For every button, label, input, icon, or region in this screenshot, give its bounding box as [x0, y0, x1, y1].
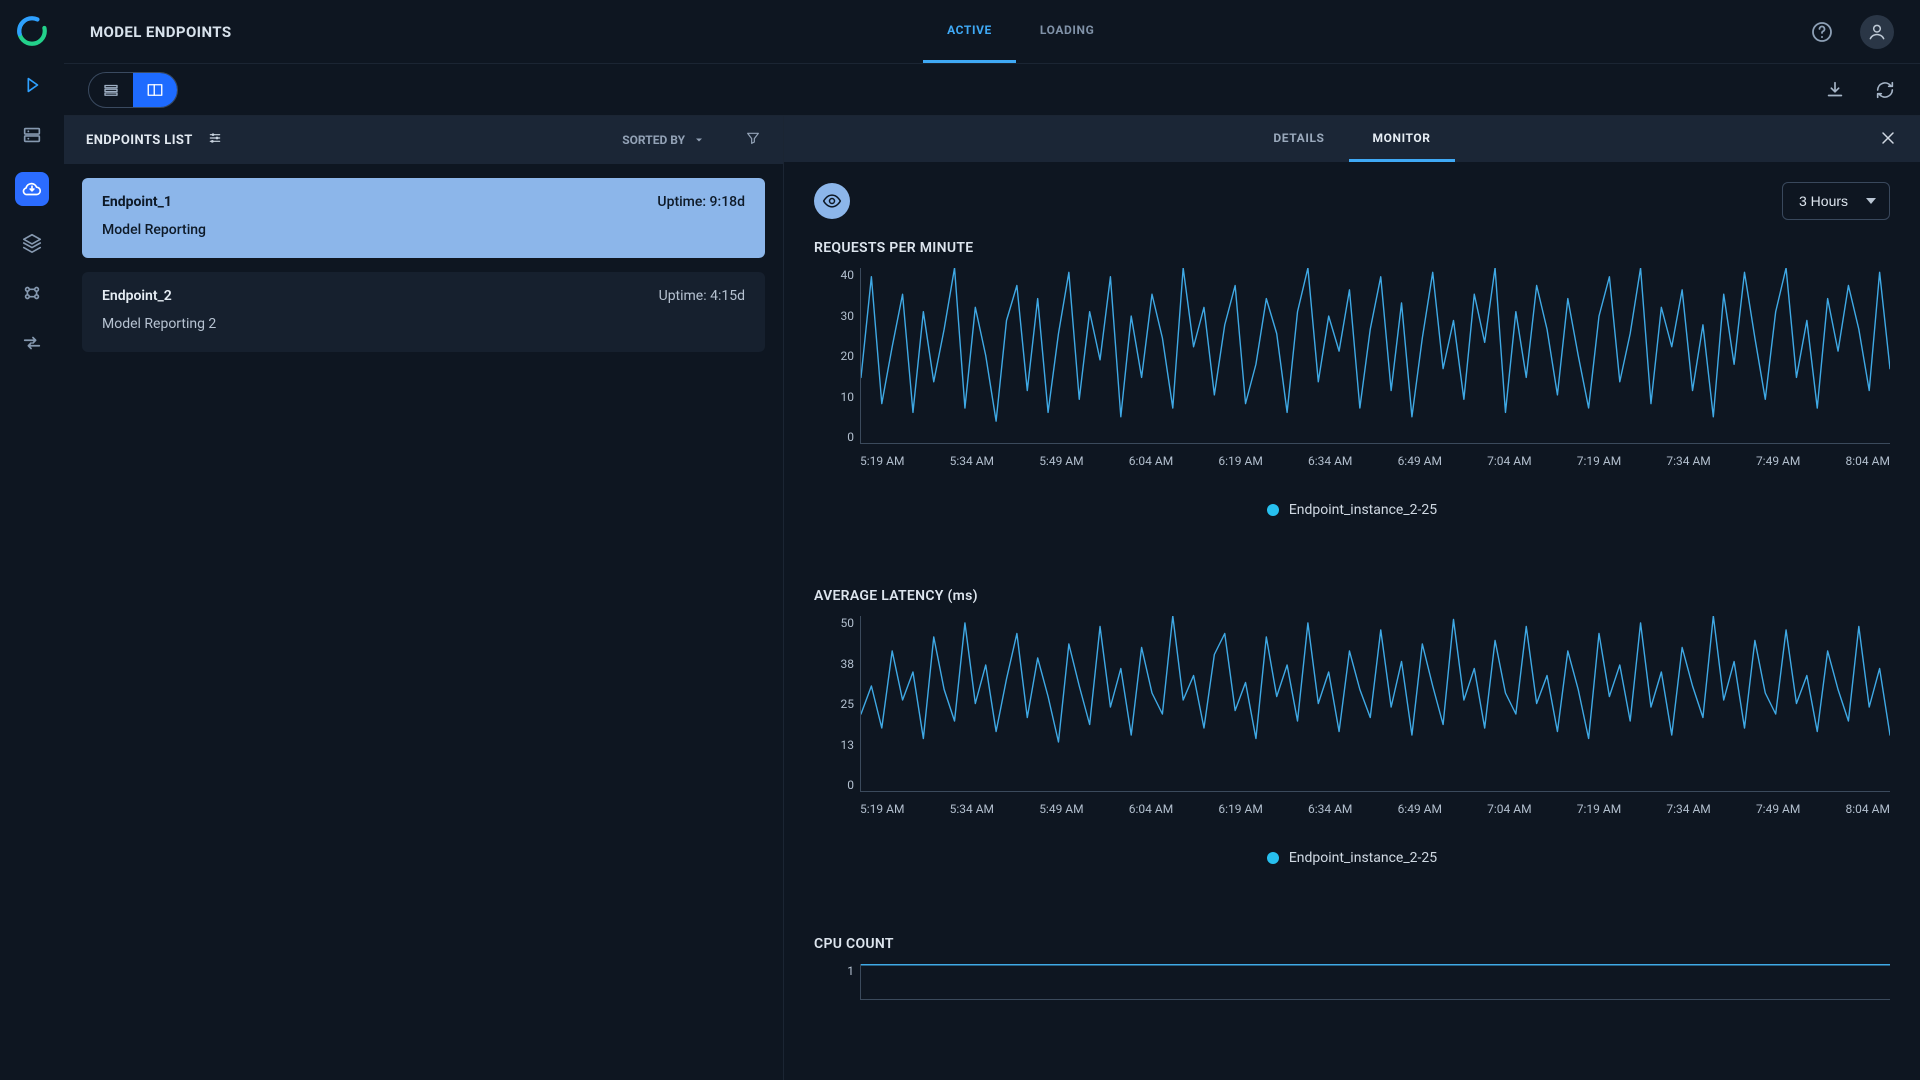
- chart-title: CPU COUNT: [814, 936, 1890, 952]
- tab-monitor[interactable]: MONITOR: [1349, 116, 1455, 162]
- tab-details[interactable]: DETAILS: [1249, 116, 1348, 162]
- list-header: ENDPOINTS LIST SORTED BY: [64, 116, 783, 164]
- nav-server-icon[interactable]: [19, 122, 45, 148]
- chart-plot: [860, 964, 1890, 1000]
- chart-plot: [860, 268, 1890, 444]
- nav-swap-icon[interactable]: [19, 330, 45, 356]
- endpoint-uptime: Uptime: 4:15d: [659, 288, 745, 304]
- tab-active[interactable]: ACTIVE: [923, 0, 1016, 63]
- sub-toolbar-right: [1824, 79, 1896, 101]
- chart-y-axis: 1: [814, 964, 854, 1000]
- chart-x-axis: 5:19 AM5:34 AM5:49 AM6:04 AM6:19 AM6:34 …: [860, 454, 1890, 468]
- endpoint-name: Endpoint_2: [102, 288, 172, 304]
- endpoints-list-pane: ENDPOINTS LIST SORTED BY Endpoint_1 Upti…: [64, 116, 784, 1080]
- endpoint-uptime: Uptime: 9:18d: [657, 194, 745, 210]
- list-header-title: ENDPOINTS LIST: [86, 133, 193, 148]
- chart-title: AVERAGE LATENCY (ms): [814, 588, 1890, 604]
- user-avatar[interactable]: [1860, 15, 1894, 49]
- content-row: ENDPOINTS LIST SORTED BY Endpoint_1 Upti…: [64, 116, 1920, 1080]
- sort-button[interactable]: SORTED BY: [622, 133, 705, 147]
- refresh-icon[interactable]: [1874, 79, 1896, 101]
- chart-title: REQUESTS PER MINUTE: [814, 240, 1890, 256]
- nav-layers-icon[interactable]: [19, 230, 45, 256]
- nav-cloud-icon[interactable]: [15, 172, 49, 206]
- chart-legend: Endpoint_instance_2-25: [814, 502, 1890, 518]
- chart-cpu-count: CPU COUNT 1: [814, 936, 1890, 1024]
- chevron-down-icon: [693, 134, 705, 146]
- sort-label: SORTED BY: [622, 133, 685, 147]
- chart-x-axis: 5:19 AM5:34 AM5:49 AM6:04 AM6:19 AM6:34 …: [860, 802, 1890, 816]
- view-toggle: [88, 72, 178, 108]
- chart-legend: Endpoint_instance_2-25: [814, 850, 1890, 866]
- eye-icon: [822, 191, 842, 211]
- tab-loading[interactable]: LOADING: [1016, 0, 1118, 63]
- endpoint-card[interactable]: Endpoint_2 Uptime: 4:15d Model Reporting…: [82, 272, 765, 352]
- view-split-icon[interactable]: [133, 73, 177, 107]
- chart-y-axis: 50 38 25 13 0: [814, 616, 854, 792]
- endpoint-subtitle: Model Reporting 2: [102, 316, 745, 332]
- details-pane: DETAILS MONITOR 3 Hours: [784, 116, 1920, 1080]
- nav-rail: [0, 0, 64, 1080]
- legend-label: Endpoint_instance_2-25: [1289, 502, 1437, 518]
- legend-dot-icon: [1267, 504, 1279, 516]
- monitor-body: 3 Hours REQUESTS PER MINUTE 40 30 20 10 …: [784, 162, 1920, 1080]
- nav-play-icon[interactable]: [19, 72, 45, 98]
- settings-sliders-icon[interactable]: [207, 130, 223, 150]
- chart-average-latency: AVERAGE LATENCY (ms) 50 38 25 13 0: [814, 588, 1890, 866]
- details-header: DETAILS MONITOR: [784, 116, 1920, 162]
- page-title: MODEL ENDPOINTS: [64, 23, 231, 41]
- chart-line: [861, 616, 1890, 791]
- time-range-select-wrap: 3 Hours: [1782, 182, 1890, 220]
- endpoint-subtitle: Model Reporting: [102, 222, 745, 238]
- topbar-right-icons: [1810, 15, 1920, 49]
- view-list-icon[interactable]: [89, 73, 133, 107]
- endpoint-card[interactable]: Endpoint_1 Uptime: 9:18d Model Reporting: [82, 178, 765, 258]
- monitor-toolbar: 3 Hours: [814, 182, 1890, 220]
- endpoint-name: Endpoint_1: [102, 194, 172, 210]
- close-icon[interactable]: [1878, 128, 1898, 152]
- chart-plot: [860, 616, 1890, 792]
- detail-tabs: DETAILS MONITOR: [1249, 116, 1454, 162]
- top-tabs: ACTIVE LOADING: [923, 0, 1118, 63]
- top-app-bar: MODEL ENDPOINTS ACTIVE LOADING: [64, 0, 1920, 64]
- legend-dot-icon: [1267, 852, 1279, 864]
- app-logo-icon: [15, 14, 49, 48]
- chart-line: [861, 964, 1890, 999]
- main-column: MODEL ENDPOINTS ACTIVE LOADING ENDPOINTS…: [64, 0, 1920, 1080]
- time-range-select[interactable]: 3 Hours: [1782, 182, 1890, 220]
- chart-y-axis: 40 30 20 10 0: [814, 268, 854, 444]
- download-icon[interactable]: [1824, 79, 1846, 101]
- nav-brain-icon[interactable]: [19, 280, 45, 306]
- legend-label: Endpoint_instance_2-25: [1289, 850, 1437, 866]
- sub-toolbar: [64, 64, 1920, 116]
- chart-line: [861, 268, 1890, 443]
- filter-icon[interactable]: [745, 130, 761, 150]
- visibility-button[interactable]: [814, 183, 850, 219]
- endpoint-cards: Endpoint_1 Uptime: 9:18d Model Reporting…: [64, 164, 783, 366]
- chart-requests-per-minute: REQUESTS PER MINUTE 40 30 20 10 0: [814, 240, 1890, 518]
- help-icon[interactable]: [1810, 20, 1834, 44]
